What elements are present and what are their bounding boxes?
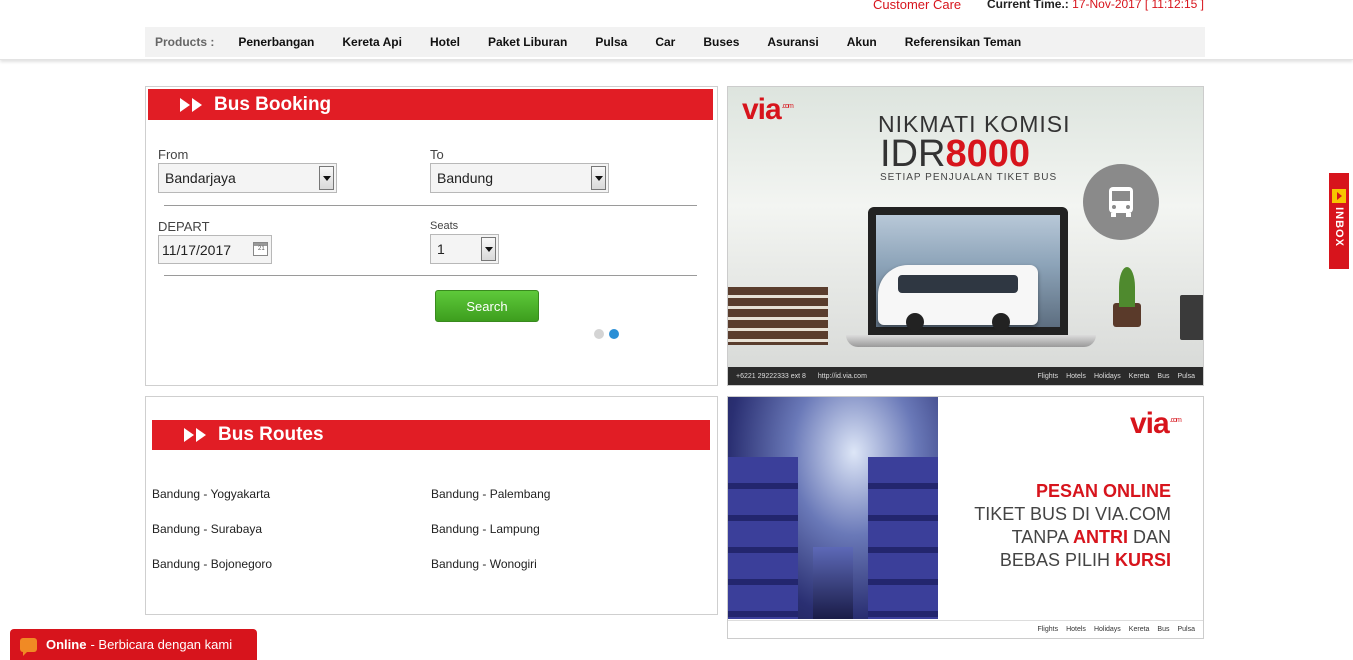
top-header: Customer Care Current Time.: 17-Nov-2017… bbox=[0, 0, 1353, 60]
mug-image bbox=[1180, 295, 1203, 340]
from-label: From bbox=[158, 147, 189, 162]
form-divider-2 bbox=[164, 275, 697, 276]
from-value: Bandarjaya bbox=[165, 170, 236, 186]
seats-value: 1 bbox=[437, 241, 445, 257]
to-dropdown-arrow-icon[interactable] bbox=[591, 166, 606, 190]
bus-routes-panel: Bus Routes Bandung - Yogyakarta Bandung … bbox=[145, 396, 718, 615]
nav-item-buses[interactable]: Buses bbox=[703, 35, 739, 49]
products-nav: Products : Penerbangan Kereta Api Hotel … bbox=[145, 27, 1205, 57]
calendar-icon[interactable] bbox=[253, 242, 268, 256]
bus-image bbox=[878, 265, 1038, 331]
carousel-dot-2-active[interactable] bbox=[609, 329, 619, 339]
books-image bbox=[728, 287, 828, 345]
promo-line-3: SETIAP PENJUALAN TIKET BUS bbox=[880, 172, 1058, 183]
inbox-tab[interactable]: INBOX bbox=[1329, 173, 1349, 269]
route-link[interactable]: Bandung - Bojonegoro bbox=[152, 557, 272, 571]
chat-bubble-icon bbox=[20, 637, 37, 656]
phone-text: +6221 29222333 ext 8 bbox=[736, 372, 806, 380]
nav-item-akun[interactable]: Akun bbox=[847, 35, 877, 49]
online-booking-banner[interactable]: via.com PESAN ONLINE TIKET BUS DI VIA.CO… bbox=[727, 396, 1204, 639]
customer-care-link[interactable]: Customer Care bbox=[873, 0, 961, 12]
seats-select[interactable]: 1 bbox=[430, 234, 499, 264]
nav-item-asuransi[interactable]: Asuransi bbox=[767, 35, 818, 49]
nav-item-referensikan-teman[interactable]: Referensikan Teman bbox=[905, 35, 1022, 49]
banner-footer: +6221 29222333 ext 8 http://id.via.com F… bbox=[728, 367, 1203, 385]
chat-status: Online bbox=[46, 637, 87, 652]
products-label: Products : bbox=[155, 35, 215, 49]
route-link[interactable]: Bandung - Palembang bbox=[431, 487, 550, 501]
via-logo: via.com bbox=[1130, 407, 1182, 440]
bus-seats-left-image bbox=[728, 457, 798, 619]
banner-footer: Flights Hotels Holidays Kereta Bus Pulsa bbox=[728, 620, 1203, 638]
nav-item-hotel[interactable]: Hotel bbox=[430, 35, 460, 49]
seats-dropdown-arrow-icon[interactable] bbox=[481, 237, 496, 261]
to-value: Bandung bbox=[437, 170, 494, 186]
depart-label: DEPART bbox=[158, 219, 210, 234]
commission-promo-banner[interactable]: via.com NIKMATI KOMISI IDR8000 SETIAP PE… bbox=[727, 86, 1204, 386]
via-logo: via.com bbox=[742, 93, 794, 126]
inbox-label: INBOX bbox=[1333, 207, 1345, 247]
promo-line-2: TIKET BUS DI VIA.COM bbox=[974, 504, 1171, 524]
bus-booking-title: Bus Booking bbox=[214, 93, 332, 115]
depart-date-value: 11/17/2017 bbox=[162, 241, 232, 258]
bus-icon bbox=[1083, 164, 1159, 240]
nav-item-car[interactable]: Car bbox=[655, 35, 675, 49]
route-link[interactable]: Bandung - Surabaya bbox=[152, 522, 262, 536]
live-chat-bar[interactable]: Online - Berbicara dengan kami bbox=[10, 629, 257, 660]
laptop-base-image bbox=[846, 335, 1096, 347]
promo-line-2: IDR8000 bbox=[880, 133, 1030, 175]
carousel-dot-1[interactable] bbox=[594, 329, 604, 339]
plant-image bbox=[1113, 267, 1141, 327]
to-label: To bbox=[430, 147, 444, 162]
promo-line-3: TANPA ANTRI DAN bbox=[1011, 527, 1171, 547]
search-button[interactable]: Search bbox=[435, 290, 539, 322]
from-select[interactable]: Bandarjaya bbox=[158, 163, 337, 193]
promo-line-1: PESAN ONLINE bbox=[1035, 481, 1171, 501]
nav-item-kereta-api[interactable]: Kereta Api bbox=[342, 35, 402, 49]
chevron-icon bbox=[180, 97, 204, 112]
from-dropdown-arrow-icon[interactable] bbox=[319, 166, 334, 190]
route-link[interactable]: Bandung - Yogyakarta bbox=[152, 487, 270, 501]
current-time-value: 17-Nov-2017 [ 11:12:15 ] bbox=[1072, 0, 1205, 11]
nav-item-paket-liburan[interactable]: Paket Liburan bbox=[488, 35, 567, 49]
promo-line-4: BEBAS PILIH KURSI bbox=[999, 550, 1171, 570]
bus-booking-header: Bus Booking bbox=[148, 89, 713, 120]
bus-routes-header: Bus Routes bbox=[152, 420, 710, 450]
bus-seats-right-image bbox=[868, 457, 938, 619]
chat-text: - Berbicara dengan kami bbox=[90, 637, 233, 652]
bus-routes-title: Bus Routes bbox=[218, 424, 324, 445]
form-divider bbox=[164, 205, 697, 206]
services-list: Flights Hotels Holidays Kereta Bus Pulsa bbox=[1037, 372, 1195, 380]
nav-item-pulsa[interactable]: Pulsa bbox=[595, 35, 627, 49]
current-time-label: Current Time.: bbox=[987, 0, 1069, 11]
depart-date-input[interactable]: 11/17/2017 bbox=[158, 235, 272, 264]
inbox-arrow-icon bbox=[1332, 189, 1346, 203]
bus-booking-panel: Bus Booking From Bandarjaya To Bandung D… bbox=[145, 86, 718, 386]
chevron-icon bbox=[184, 428, 208, 442]
route-link[interactable]: Bandung - Wonogiri bbox=[431, 557, 537, 571]
nav-item-penerbangan[interactable]: Penerbangan bbox=[238, 35, 314, 49]
current-time: Current Time.: 17-Nov-2017 [ 11:12:15 ] bbox=[987, 0, 1204, 11]
services-list: Flights Hotels Holidays Kereta Bus Pulsa bbox=[1037, 626, 1195, 633]
seats-label: Seats bbox=[430, 220, 459, 232]
to-select[interactable]: Bandung bbox=[430, 163, 609, 193]
route-link[interactable]: Bandung - Lampung bbox=[431, 522, 540, 536]
url-text: http://id.via.com bbox=[817, 372, 867, 380]
